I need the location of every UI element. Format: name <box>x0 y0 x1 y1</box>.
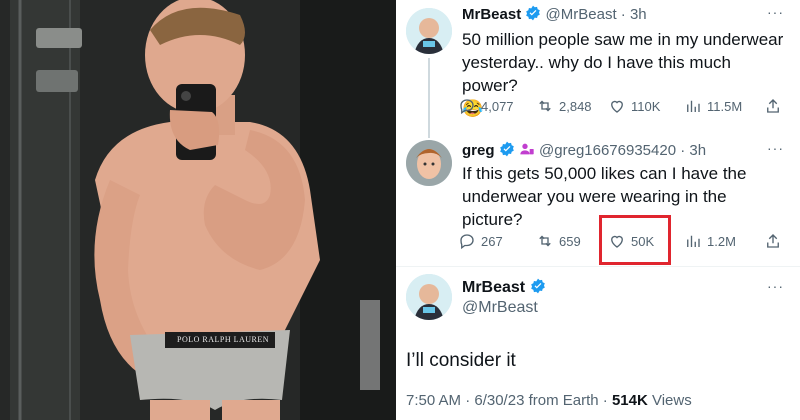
views-label: Views <box>651 392 692 409</box>
retweet-count: 2,848 <box>559 98 592 114</box>
views-chart-icon <box>687 100 700 112</box>
divider <box>396 266 800 267</box>
display-name[interactable]: greg <box>462 142 495 159</box>
mirror-selfie-photo: POLO RALPH LAUREN <box>0 0 396 420</box>
tweet-text: I’ll consider it <box>406 350 516 371</box>
avatar-mrbeast[interactable] <box>406 8 452 54</box>
verified-badge-icon <box>526 5 541 21</box>
share-button[interactable] <box>764 96 782 116</box>
retweet-button[interactable]: 659 <box>536 231 581 251</box>
like-button[interactable]: 110K <box>608 96 660 116</box>
tweet-thread: MrBeast @MrBeast · 3h ··· 50 million peo… <box>396 0 800 420</box>
handle[interactable]: @greg16676935420 <box>539 142 676 159</box>
like-count: 110K <box>631 98 661 114</box>
verified-badge-icon <box>530 278 545 294</box>
tweet-meta: 7:50 AM · 6/30/23 from Earth · 514K View… <box>406 392 692 409</box>
retweet-icon <box>539 100 551 112</box>
reply-button[interactable]: 4,077 <box>458 96 514 116</box>
view-count: 11.5M <box>707 98 743 114</box>
separator-dot: · <box>680 142 686 159</box>
share-button[interactable] <box>764 231 782 251</box>
handle[interactable]: @MrBeast <box>462 299 538 317</box>
retweet-button[interactable]: 2,848 <box>536 96 592 116</box>
tweet-header: MrBeast <box>462 278 546 297</box>
reply-count: 267 <box>481 233 503 249</box>
avatar-mrbeast[interactable] <box>406 274 452 320</box>
more-options-icon[interactable]: ··· <box>767 140 784 156</box>
verified-badge-icon <box>499 141 514 157</box>
reply-button[interactable]: 267 <box>458 231 503 251</box>
retweet-count: 659 <box>559 233 581 249</box>
retweet-icon <box>539 235 551 247</box>
views-chart-icon <box>687 235 700 247</box>
selfie-illustration <box>0 0 396 420</box>
display-name[interactable]: MrBeast <box>462 279 525 296</box>
meme-image: POLO RALPH LAUREN MrBeast @MrBeast · 3h … <box>0 0 800 420</box>
view-count: 1.2M <box>707 233 736 249</box>
views-count: 514K <box>611 392 648 409</box>
separator-dot: · <box>602 392 608 409</box>
underwear-band-text: POLO RALPH LAUREN <box>177 335 270 344</box>
tweet-header: MrBeast @MrBeast · 3h <box>462 5 647 23</box>
share-icon <box>767 234 779 248</box>
avatar-greg[interactable] <box>406 140 452 186</box>
share-icon <box>767 99 779 113</box>
views-button[interactable]: 1.2M <box>684 231 736 251</box>
tweet-text-content: 50 million people saw me in my underwear… <box>462 30 784 95</box>
tweet-datetime[interactable]: 7:50 AM · 6/30/23 from Earth <box>406 392 599 409</box>
timestamp[interactable]: 3h <box>630 6 647 23</box>
more-options-icon[interactable]: ··· <box>767 278 784 294</box>
tweet-greg[interactable]: greg @greg16676935420 · 3h ··· If this g… <box>396 130 800 265</box>
display-name[interactable]: MrBeast <box>462 6 521 23</box>
reply-icon <box>460 234 474 250</box>
views-button[interactable]: 11.5M <box>684 96 742 116</box>
tweet-actions: 4,077 2,848 110K 11.5M <box>458 96 794 116</box>
reply-count: 4,077 <box>481 98 514 114</box>
affiliate-badge-icon <box>520 143 534 155</box>
timestamp[interactable]: 3h <box>689 142 706 159</box>
reply-icon <box>460 99 474 115</box>
thread-line <box>428 58 430 138</box>
heart-icon <box>611 100 623 113</box>
tweet-header: greg @greg16676935420 · 3h <box>462 141 706 159</box>
separator-dot: · <box>620 6 626 23</box>
tweet-mrbeast[interactable]: MrBeast @MrBeast · 3h ··· 50 million peo… <box>396 0 800 138</box>
handle[interactable]: @MrBeast <box>546 6 617 23</box>
more-options-icon[interactable]: ··· <box>767 4 784 20</box>
like-highlight-box <box>599 215 671 265</box>
